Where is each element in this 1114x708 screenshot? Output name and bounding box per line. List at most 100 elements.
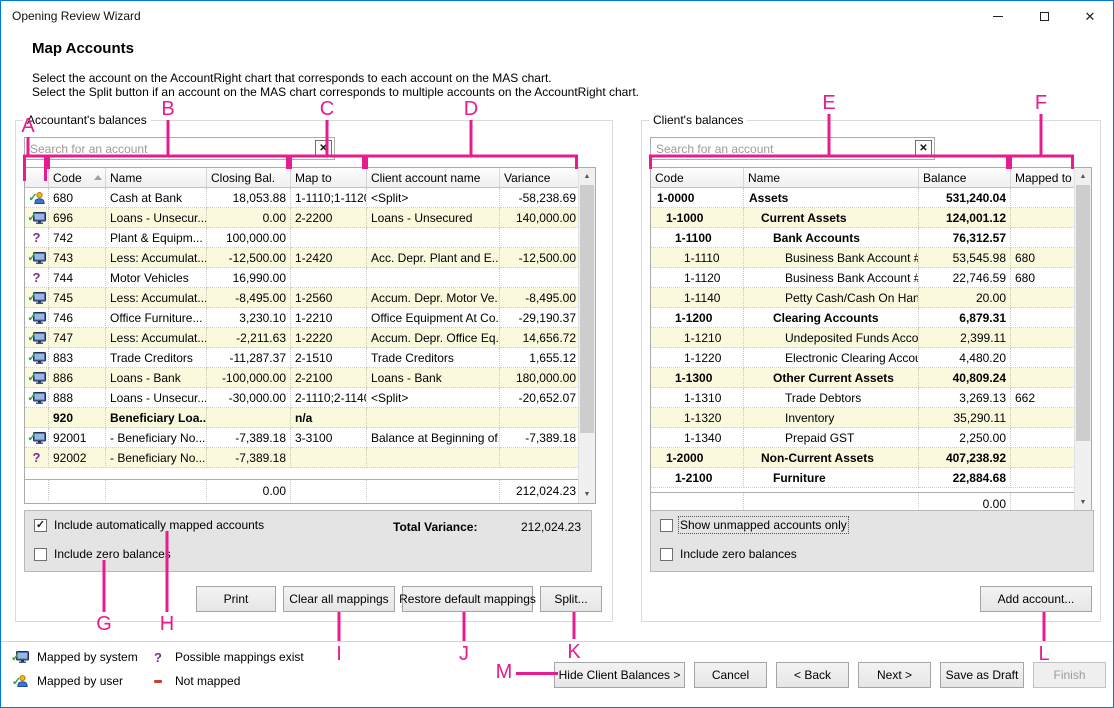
map-to-cell[interactable]: 3-3100 [291,428,367,448]
client-row-1-1000[interactable]: 1-1000Current Assets124,001.12 [651,208,1091,228]
scroll-up-icon[interactable]: ▲ [1075,168,1091,185]
back-button[interactable]: < Back [776,662,849,688]
add-account-button[interactable]: Add account... [980,586,1092,612]
include-zero-balances-checkbox[interactable] [34,548,47,561]
column-code[interactable]: Code [651,168,744,188]
include-zero-balances-label[interactable]: Include zero balances [680,547,797,561]
scroll-down-icon[interactable]: ▼ [579,486,595,503]
include-auto-mapped-label[interactable]: Include automatically mapped accounts [54,518,264,532]
column-mapped-to[interactable]: Mapped to [1011,168,1076,188]
save-as-draft-button[interactable]: Save as Draft [940,662,1024,688]
map-to-cell[interactable]: 1-2220 [291,328,367,348]
clients-table-scrollbar[interactable]: ▲ ▼ [1074,168,1091,511]
accountant-row-745[interactable]: ✓745Less: Accumulat...-8,495.001-2560Acc… [25,288,595,308]
accountant-row-696[interactable]: ✓696Loans - Unsecur...0.002-2200Loans - … [25,208,595,228]
show-unmapped-only-checkbox[interactable] [660,519,673,532]
client-search-input[interactable] [651,138,910,159]
column-status[interactable] [25,168,49,188]
split-button[interactable]: Split... [540,586,602,612]
client-row-1-1200[interactable]: 1-1200Clearing Accounts6,879.31 [651,308,1091,328]
client-row-1-1220[interactable]: 1-1220Electronic Clearing Accou...4,480.… [651,348,1091,368]
clear-search-icon[interactable]: ✕ [315,140,332,157]
include-zero-balances-checkbox[interactable] [660,548,673,561]
include-zero-balances-label[interactable]: Include zero balances [54,547,171,561]
map-to-cell[interactable]: 2-2100 [291,368,367,388]
next-button[interactable]: Next > [858,662,931,688]
column-balance[interactable]: Balance [919,168,1011,188]
client-row-1-2100[interactable]: 1-2100Furniture22,884.68 [651,468,1091,488]
client-row-1-1320[interactable]: 1-1320Inventory35,290.11 [651,408,1091,428]
map-to-cell[interactable]: 1-2420 [291,248,367,268]
accountant-row-747[interactable]: ✓747Less: Accumulat...-2,211.631-2220Acc… [25,328,595,348]
map-to-cell[interactable] [291,228,367,248]
accountant-search-input[interactable] [25,138,310,159]
client-row-1-1310[interactable]: 1-1310Trade Debtors3,269.13662 [651,388,1091,408]
cancel-button[interactable]: Cancel [694,662,767,688]
name-cell: Plant & Equipm... [106,228,207,248]
restore-default-mappings-button[interactable]: Restore default mappings [402,586,533,612]
balance-cell: 22,746.59 [919,268,1011,288]
code-cell: 742 [49,228,106,248]
accountant-row-680[interactable]: ✓680Cash at Bank18,053.881-1110;1-1120<S… [25,188,595,208]
accountant-row-920[interactable]: 920Beneficiary Loa...n/a [25,408,595,428]
client-row-1-1120[interactable]: 1-1120Business Bank Account #222,746.596… [651,268,1091,288]
accountant-row-742[interactable]: ?742Plant & Equipm...100,000.00 [25,228,595,248]
clear-all-mappings-button[interactable]: Clear all mappings [283,586,395,612]
map-to-cell[interactable]: 1-2560 [291,288,367,308]
name-cell: Furniture [744,468,919,488]
show-unmapped-only-label[interactable]: Show unmapped accounts only [680,518,847,532]
scroll-up-icon[interactable]: ▲ [579,168,595,185]
annotation-letter-c: C [320,99,334,119]
accountant-row-888[interactable]: ✓888Loans - Unsecur...-30,000.002-1110;2… [25,388,595,408]
scrollbar-thumb[interactable] [1076,185,1090,441]
print-button[interactable]: Print [196,586,276,612]
map-to-cell[interactable] [291,448,367,468]
accountant-row-743[interactable]: ✓743Less: Accumulat...-12,500.001-2420Ac… [25,248,595,268]
map-to-cell[interactable]: 2-1110;2-1140 [291,388,367,408]
scrollbar-thumb[interactable] [580,185,594,433]
clear-search-icon[interactable]: ✕ [915,140,932,157]
column-client-account-name[interactable]: Client account name [367,168,500,188]
code-cell: 1-1300 [651,368,744,388]
maximize-button[interactable] [1021,1,1067,31]
client-row-1-1210[interactable]: 1-1210Undeposited Funds Acco...2,399.11 [651,328,1091,348]
scroll-down-icon[interactable]: ▼ [1075,494,1091,511]
accountant-row-92001[interactable]: ✓92001- Beneficiary No...-7,389.183-3100… [25,428,595,448]
map-to-cell[interactable]: 1-2210 [291,308,367,328]
column-closing-bal[interactable]: Closing Bal. [207,168,291,188]
accountant-row-746[interactable]: ✓746Office Furniture...3,230.101-2210Off… [25,308,595,328]
client-row-1-1340[interactable]: 1-1340Prepaid GST2,250.00 [651,428,1091,448]
client-account-name-cell [367,448,500,468]
accountant-row-92002[interactable]: ?92002- Beneficiary No...-7,389.18 [25,448,595,468]
close-button[interactable]: ✕ [1067,1,1113,31]
include-auto-mapped-checkbox[interactable] [34,519,47,532]
accountant-row-744[interactable]: ?744Motor Vehicles16,990.00 [25,268,595,288]
accountant-row-883[interactable]: ✓883Trade Creditors-11,287.372-1510Trade… [25,348,595,368]
map-to-cell[interactable]: 2-1510 [291,348,367,368]
map-to-cell[interactable]: 2-2200 [291,208,367,228]
column-name[interactable]: Name [106,168,207,188]
client-row-1-2000[interactable]: 1-2000Non-Current Assets407,238.92 [651,448,1091,468]
code-cell: 886 [49,368,106,388]
column-variance[interactable]: Variance [500,168,580,188]
map-to-cell[interactable]: 1-1110;1-1120 [291,188,367,208]
name-cell: Less: Accumulat... [106,288,207,308]
accountant-row-886[interactable]: ✓886Loans - Bank-100,000.002-2100Loans -… [25,368,595,388]
column-map-to[interactable]: Map to [291,168,367,188]
hide-client-balances-button[interactable]: Hide Client Balances > [554,662,685,688]
client-row-1-1100[interactable]: 1-1100Bank Accounts76,312.57 [651,228,1091,248]
column-name[interactable]: Name [744,168,919,188]
client-account-name-cell [367,268,500,288]
client-row-1-1110[interactable]: 1-1110Business Bank Account #153,545.986… [651,248,1091,268]
column-code[interactable]: Code [49,168,106,188]
client-row-1-0000[interactable]: 1-0000Assets531,240.04 [651,188,1091,208]
status-cell: ✓ [25,188,49,208]
accountants-table-scrollbar[interactable]: ▲ ▼ [578,168,595,503]
map-to-cell[interactable]: n/a [291,408,367,428]
client-row-1-1300[interactable]: 1-1300Other Current Assets40,809.24 [651,368,1091,388]
minimize-button[interactable] [975,1,1021,31]
annotation-letter-f: F [1035,93,1047,113]
finish-button[interactable]: Finish [1033,662,1106,688]
map-to-cell[interactable] [291,268,367,288]
client-row-1-1140[interactable]: 1-1140Petty Cash/Cash On Hand20.00 [651,288,1091,308]
